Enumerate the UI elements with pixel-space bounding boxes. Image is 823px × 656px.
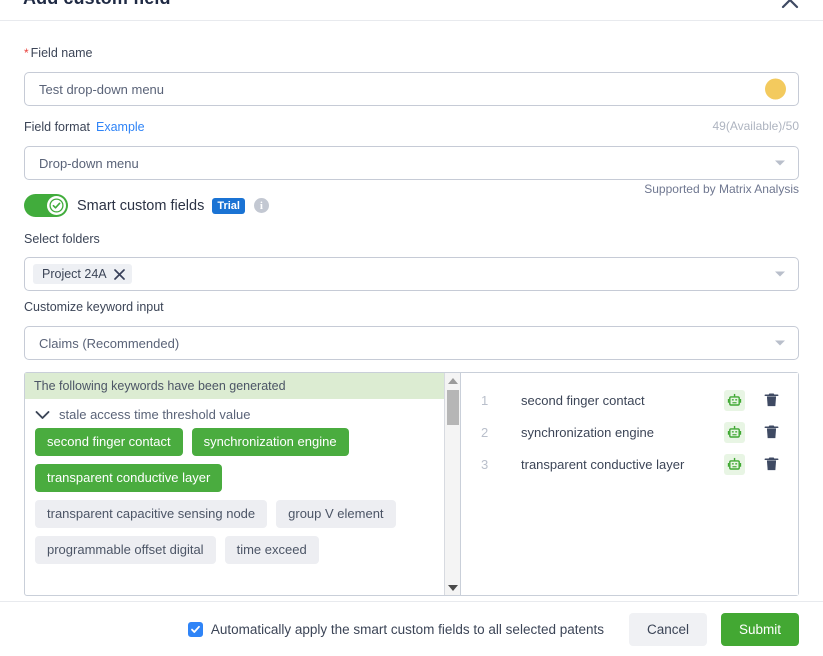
keyword-group-header[interactable]: stale access time threshold value bbox=[35, 407, 450, 422]
keyword-tag-list: second finger contact synchronization eng… bbox=[35, 428, 450, 564]
submit-button[interactable]: Submit bbox=[721, 612, 799, 646]
keyword-tag[interactable]: synchronization engine bbox=[191, 428, 349, 456]
table-row: 1 second finger contact bbox=[461, 384, 798, 416]
select-folders-select[interactable]: Project 24A bbox=[24, 257, 799, 291]
row-index: 2 bbox=[481, 424, 489, 440]
select-folders-row: Select folders Project 24A bbox=[24, 231, 799, 291]
cancel-button[interactable]: Cancel bbox=[629, 612, 707, 646]
chevron-down-icon bbox=[775, 340, 785, 346]
page-title: Add custom field bbox=[23, 0, 171, 9]
folder-chip-label: Project 24A bbox=[42, 267, 107, 281]
info-icon[interactable]: i bbox=[253, 198, 269, 213]
chevron-down-icon bbox=[35, 410, 50, 420]
keyword-input-select[interactable]: Claims (Recommended) bbox=[24, 326, 799, 360]
scroll-down-icon[interactable] bbox=[445, 580, 460, 595]
field-name-label: * Field name bbox=[24, 46, 93, 60]
scroll-up-icon[interactable] bbox=[445, 373, 460, 388]
robot-icon[interactable] bbox=[724, 389, 745, 411]
supported-note: Supported by Matrix Analysis bbox=[644, 182, 799, 196]
field-format-select[interactable]: Drop-down menu bbox=[24, 146, 799, 180]
field-name-value: Test drop-down menu bbox=[39, 81, 165, 97]
field-name-input[interactable]: Test drop-down menu bbox=[24, 72, 799, 106]
table-row: 2 synchronization engine bbox=[461, 416, 798, 448]
row-keyword-label: synchronization engine bbox=[521, 424, 654, 440]
folder-chip[interactable]: Project 24A bbox=[33, 264, 132, 284]
keywords-panel: The following keywords have been generat… bbox=[24, 372, 799, 596]
color-swatch-icon[interactable] bbox=[765, 78, 786, 100]
auto-apply-checkbox[interactable]: Automatically apply the smart custom fie… bbox=[187, 621, 604, 637]
keyword-tag[interactable]: transparent capacitive sensing node bbox=[35, 500, 268, 528]
keyword-tag[interactable]: second finger contact bbox=[35, 428, 183, 456]
smart-custom-fields-toggle[interactable] bbox=[24, 194, 68, 217]
robot-icon[interactable] bbox=[724, 453, 745, 475]
keyword-input-row: Customize keyword input Claims (Recommen… bbox=[24, 299, 799, 360]
trash-icon[interactable] bbox=[762, 454, 780, 474]
row-keyword-label: second finger contact bbox=[521, 392, 645, 408]
keywords-scrollbar[interactable] bbox=[444, 373, 460, 595]
field-count: 49(Available)/50 bbox=[712, 119, 799, 133]
keyword-tag[interactable]: programmable offset digital bbox=[35, 536, 216, 564]
generated-keywords-pane: The following keywords have been generat… bbox=[25, 373, 461, 595]
keyword-input-value: Claims (Recommended) bbox=[39, 335, 180, 351]
smart-custom-fields-row: Smart custom fields Trial i bbox=[24, 194, 269, 217]
field-name-row: * Field name Test drop-down menu bbox=[24, 45, 799, 106]
toggle-knob bbox=[47, 196, 66, 215]
example-link[interactable]: Example bbox=[96, 120, 145, 134]
keyword-input-label: Customize keyword input bbox=[24, 300, 164, 314]
auto-apply-label: Automatically apply the smart custom fie… bbox=[210, 621, 604, 637]
remove-chip-icon[interactable] bbox=[113, 268, 125, 280]
checkbox-icon[interactable] bbox=[187, 621, 203, 637]
keyword-tag[interactable]: transparent conductive layer bbox=[35, 464, 223, 492]
keyword-group: stale access time threshold value second… bbox=[25, 399, 460, 564]
dialog-footer: Automatically apply the smart custom fie… bbox=[0, 601, 823, 656]
field-format-row: Field format Example Drop-down menu bbox=[24, 119, 799, 180]
required-asterisk: * bbox=[24, 46, 29, 60]
row-keyword-label: transparent conductive layer bbox=[521, 456, 685, 472]
close-icon[interactable] bbox=[779, 0, 801, 11]
trash-icon[interactable] bbox=[762, 390, 780, 410]
keywords-banner: The following keywords have been generat… bbox=[25, 373, 460, 399]
field-format-value: Drop-down menu bbox=[39, 155, 139, 171]
chevron-down-icon bbox=[775, 160, 785, 166]
trash-icon[interactable] bbox=[762, 422, 780, 442]
keyword-tag[interactable]: group V element bbox=[276, 500, 396, 528]
add-custom-field-dialog: Add custom field *Field name Test drop-d… bbox=[0, 0, 823, 656]
dialog-header: Add custom field bbox=[0, 0, 823, 21]
keyword-group-title: stale access time threshold value bbox=[59, 407, 251, 422]
scrollbar-thumb[interactable] bbox=[447, 390, 459, 425]
robot-icon[interactable] bbox=[724, 421, 745, 443]
keyword-tag[interactable]: time exceed bbox=[224, 536, 319, 564]
row-index: 1 bbox=[481, 392, 489, 408]
chevron-down-icon bbox=[775, 271, 785, 277]
table-row: 3 transparent conductive layer bbox=[461, 448, 798, 480]
select-folders-label: Select folders bbox=[24, 232, 100, 246]
row-index: 3 bbox=[481, 456, 489, 472]
selected-keywords-pane: 1 second finger contact 2 synchronization … bbox=[461, 373, 798, 595]
smart-custom-fields-label: Smart custom fields bbox=[77, 197, 205, 214]
trial-badge: Trial bbox=[212, 197, 245, 214]
field-format-label: Field format Example bbox=[24, 120, 145, 134]
